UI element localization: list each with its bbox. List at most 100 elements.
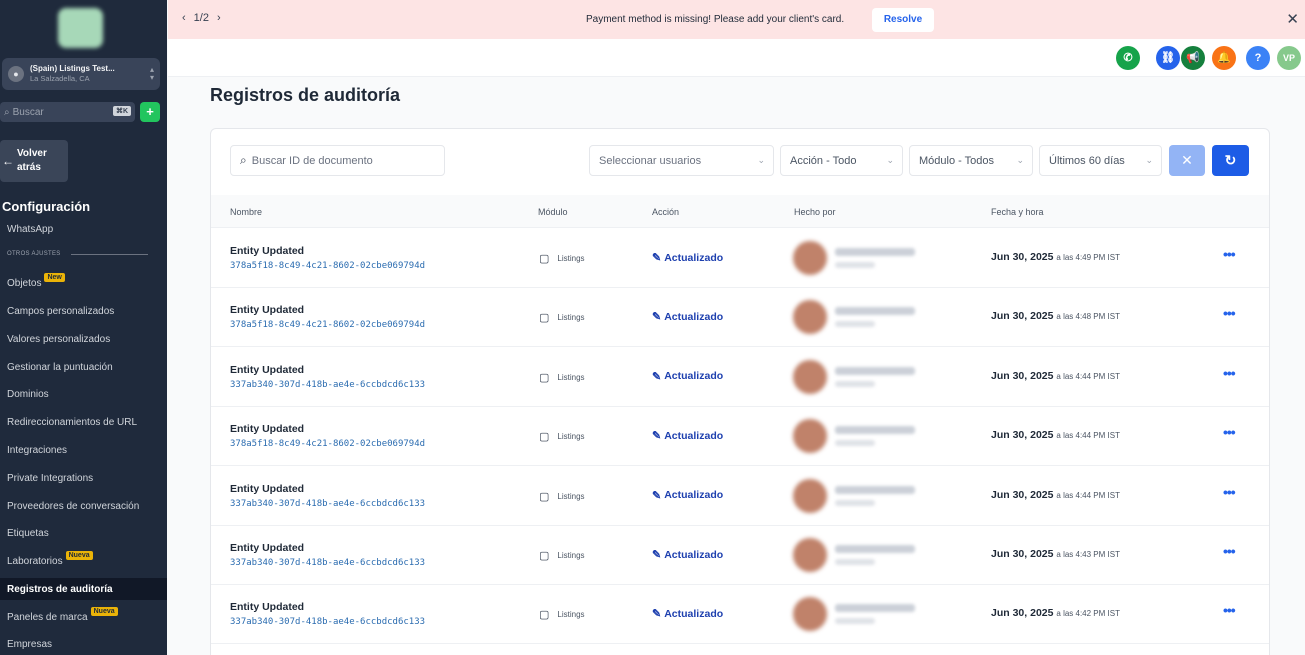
close-icon[interactable]: ✕ — [1286, 10, 1299, 28]
table-row[interactable]: Entity Updated 378a5f18-8c49-4c21-8602-0… — [211, 229, 1269, 288]
more-options-icon[interactable]: ••• — [1223, 424, 1236, 440]
date-label: Jun 30, 2025 — [991, 488, 1054, 501]
time-label: a las 4:49 PM IST — [1056, 253, 1120, 262]
sidebar-item[interactable]: Valores personalizados — [0, 328, 167, 350]
sidebar-item[interactable]: Private Integrations — [0, 467, 167, 489]
account-switcher[interactable]: ● (Spain) Listings Test... La Salzadella… — [2, 58, 160, 90]
document-search-input[interactable]: ⌕ Buscar ID de documento — [230, 145, 445, 176]
help-icon[interactable]: ? — [1246, 46, 1270, 70]
action-select[interactable]: Acción - Todo ⌄ — [780, 145, 903, 176]
close-icon: ✕ — [1181, 152, 1193, 168]
document-id-link[interactable]: 378a5f18-8c49-4c21-8602-02cbe069794d — [230, 320, 425, 330]
table-row[interactable]: Entity Updated 337ab340-307d-418b-ae4e-6… — [211, 466, 1269, 526]
clipboard-icon: ▢ — [539, 490, 550, 503]
cell-user — [793, 419, 915, 454]
sidebar-item[interactable]: Laboratorios Nueva — [0, 550, 167, 572]
more-options-icon[interactable]: ••• — [1223, 484, 1236, 500]
chevron-left-icon[interactable]: ‹ — [182, 12, 186, 24]
sidebar-item[interactable]: Redireccionamientos de URL — [0, 411, 167, 433]
document-id-link[interactable]: 337ab340-307d-418b-ae4e-6ccbdcd6c133 — [230, 617, 425, 627]
edit-icon: ✎ — [652, 608, 662, 621]
cell-user — [793, 538, 915, 572]
sidebar-item-label: Laboratorios — [7, 555, 63, 567]
resolve-button[interactable]: Resolve — [872, 8, 934, 32]
sidebar-search-input[interactable]: ⌕ Buscar ⌘K — [0, 102, 135, 122]
cell-module: ▢ Listings — [539, 430, 585, 443]
cell-action: ✎ Actualizado — [652, 548, 723, 562]
cell-module: ▢ Listings — [539, 549, 585, 562]
table-row[interactable]: Entity Updated 337ab340-307d-418b-ae4e-6… — [211, 347, 1269, 407]
cell-user — [793, 300, 915, 335]
avatar — [793, 419, 827, 454]
section-title: Configuración — [2, 199, 91, 214]
quick-add-button[interactable]: + — [140, 102, 160, 122]
bell-icon[interactable]: 🔔 — [1212, 46, 1236, 70]
arrow-left-icon: ← — [2, 154, 14, 168]
table-row[interactable]: Entity Updated 378a5f18-8c49-4c21-8602-0… — [211, 288, 1269, 348]
new-badge: Nueva — [65, 550, 93, 560]
search-icon: ⌕ — [4, 106, 10, 118]
document-id-link[interactable]: 378a5f18-8c49-4c21-8602-02cbe069794d — [230, 439, 425, 449]
more-options-icon[interactable]: ••• — [1223, 543, 1236, 559]
sidebar-item[interactable]: Registros de auditoría — [0, 578, 167, 600]
entry-title: Entity Updated — [230, 304, 305, 317]
link-icon[interactable]: ⛓ — [1156, 46, 1180, 70]
more-options-icon[interactable]: ••• — [1223, 365, 1236, 381]
more-options-icon[interactable]: ••• — [1223, 305, 1236, 321]
date-label: Jun 30, 2025 — [991, 369, 1054, 382]
clipboard-icon: ▢ — [539, 371, 550, 384]
document-id-link[interactable]: 378a5f18-8c49-4c21-8602-02cbe069794d — [230, 261, 425, 271]
sidebar-item[interactable]: Objetos New — [0, 272, 167, 294]
module-select-label: Módulo - Todos — [919, 154, 995, 167]
more-options-icon[interactable]: ••• — [1223, 246, 1236, 262]
table-row[interactable]: Entity Updated 337ab340-307d-418b-ae4e-6… — [211, 585, 1269, 645]
sidebar-item[interactable]: Empresas — [0, 633, 167, 655]
cell-module: ▢ Listings — [539, 608, 585, 621]
action-label: Actualizado — [664, 251, 724, 264]
sidebar-item[interactable]: Dominios — [0, 383, 167, 405]
cell-action: ✎ Actualizado — [652, 370, 723, 383]
module-select[interactable]: Módulo - Todos ⌄ — [909, 145, 1033, 176]
entry-title: Entity Updated — [230, 423, 305, 436]
sidebar-item[interactable]: Campos personalizados — [0, 300, 167, 322]
sidebar-item[interactable]: Integraciones — [0, 439, 167, 461]
date-range-select[interactable]: Últimos 60 días ⌄ — [1039, 145, 1162, 176]
back-label-1: Volver — [17, 148, 47, 159]
cell-action: ✎ Actualizado — [652, 489, 723, 502]
sidebar-item[interactable]: Gestionar la puntuación — [0, 356, 167, 378]
document-id-link[interactable]: 337ab340-307d-418b-ae4e-6ccbdcd6c133 — [230, 499, 425, 509]
cell-module: ▢ Listings — [539, 490, 585, 503]
chevron-right-icon[interactable]: › — [217, 12, 221, 24]
sidebar-item[interactable]: Proveedores de conversación — [0, 495, 167, 517]
action-select-label: Acción - Todo — [790, 154, 857, 167]
edit-icon: ✎ — [652, 430, 662, 443]
table-row[interactable]: Entity Updated 337ab340-307d-418b-ae4e-6… — [211, 526, 1269, 585]
megaphone-icon[interactable]: 📢 — [1181, 46, 1205, 70]
cell-user — [793, 359, 915, 394]
document-id-link[interactable]: 337ab340-307d-418b-ae4e-6ccbdcd6c133 — [230, 558, 425, 568]
edit-icon: ✎ — [652, 489, 662, 502]
date-range-label: Últimos 60 días — [1049, 154, 1125, 167]
date-label: Jun 30, 2025 — [991, 429, 1054, 442]
users-select-label: Seleccionar usuarios — [599, 154, 702, 167]
module-label: Listings — [557, 432, 585, 442]
phone-icon[interactable]: ✆ — [1116, 46, 1140, 70]
more-options-icon[interactable]: ••• — [1223, 602, 1236, 618]
redacted-user-info — [835, 426, 915, 447]
col-module: Módulo — [538, 207, 568, 217]
user-avatar[interactable]: VP — [1277, 46, 1301, 70]
cell-date: Jun 30, 2025 a las 4:49 PM IST — [991, 251, 1120, 263]
table-row[interactable]: Entity Updated 378a5f18-8c49-4c21-8602-0… — [211, 407, 1269, 467]
users-select[interactable]: Seleccionar usuarios ⌄ — [589, 145, 774, 176]
sidebar-item[interactable]: Paneles de marca Nueva — [0, 606, 167, 628]
time-label: a las 4:48 PM IST — [1056, 312, 1120, 322]
refresh-button[interactable]: ↻ — [1212, 145, 1249, 176]
module-label: Listings — [557, 551, 585, 560]
cell-module: ▢ Listings — [539, 311, 585, 324]
document-id-link[interactable]: 337ab340-307d-418b-ae4e-6ccbdcd6c133 — [230, 380, 425, 390]
sidebar-item[interactable]: WhatsApp — [0, 218, 167, 240]
back-button[interactable]: ← Volver atrás — [0, 140, 68, 182]
sidebar-item[interactable]: Etiquetas — [0, 522, 167, 544]
action-label: Actualizado — [664, 370, 724, 383]
clear-filters-button[interactable]: ✕ — [1169, 145, 1205, 176]
